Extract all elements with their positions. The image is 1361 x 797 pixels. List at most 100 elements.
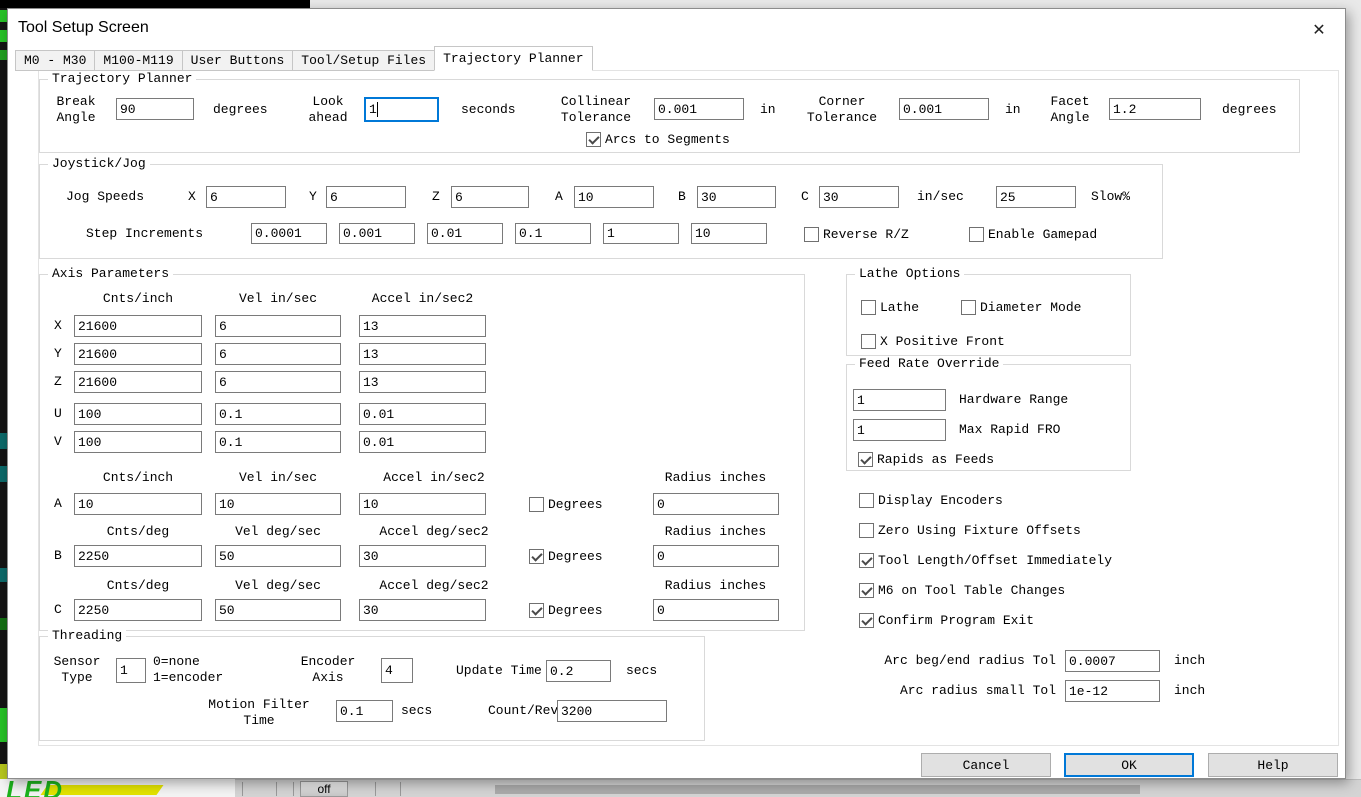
a-radius-input[interactable]: [653, 493, 779, 515]
rapids-as-feeds-checkbox[interactable]: [858, 452, 873, 467]
z-cnts-input[interactable]: [74, 371, 202, 393]
toolbar-separator: [375, 782, 376, 796]
y-accel-input[interactable]: [359, 343, 486, 365]
ok-button[interactable]: OK: [1064, 753, 1194, 777]
encoder-axis-input[interactable]: [381, 658, 413, 683]
facet-angle-label: Facet Angle: [1041, 94, 1099, 126]
step-increment-2-input[interactable]: [339, 223, 415, 244]
joystick-jog-group: Joystick/Jog: [39, 164, 1163, 259]
jog-speed-a-input[interactable]: [574, 186, 654, 208]
b-accel-input[interactable]: [359, 545, 486, 567]
display-encoders-checkbox[interactable]: [859, 493, 874, 508]
zero-fixture-offsets-checkbox[interactable]: [859, 523, 874, 538]
tab-m0-m30[interactable]: M0 - M30: [15, 50, 95, 71]
tab-user-buttons[interactable]: User Buttons: [182, 50, 294, 71]
close-icon[interactable]: ✕: [1305, 17, 1333, 43]
update-time-label: Update Time: [456, 663, 542, 679]
step-increment-6-input[interactable]: [691, 223, 767, 244]
b-radius-input[interactable]: [653, 545, 779, 567]
arc-beg-end-tol-input[interactable]: [1065, 650, 1160, 672]
tab-tool-setup-files[interactable]: Tool/Setup Files: [292, 50, 435, 71]
confirm-program-exit-checkbox[interactable]: [859, 613, 874, 628]
x-positive-front-checkbox[interactable]: [861, 334, 876, 349]
jog-speed-y-input[interactable]: [326, 186, 406, 208]
step-increment-1-input[interactable]: [251, 223, 327, 244]
help-button[interactable]: Help: [1208, 753, 1338, 777]
arcs-to-segments-checkbox[interactable]: [586, 132, 601, 147]
y-vel-input[interactable]: [215, 343, 341, 365]
update-time-input[interactable]: [546, 660, 611, 682]
facet-angle-input[interactable]: [1109, 98, 1201, 120]
tab-m100-m119[interactable]: M100-M119: [94, 50, 182, 71]
step-increment-3-input[interactable]: [427, 223, 503, 244]
jog-speed-c-input[interactable]: [819, 186, 899, 208]
a-vel-input[interactable]: [215, 493, 341, 515]
b-degrees-checkbox[interactable]: [529, 549, 544, 564]
break-angle-input[interactable]: [116, 98, 194, 120]
jog-speed-x-input[interactable]: [206, 186, 286, 208]
x-vel-input[interactable]: [215, 315, 341, 337]
u-cnts-input[interactable]: [74, 403, 202, 425]
jog-speed-z-input[interactable]: [451, 186, 529, 208]
c-vel-input[interactable]: [215, 599, 341, 621]
u-vel-input[interactable]: [215, 403, 341, 425]
diameter-mode-checkbox[interactable]: [961, 300, 976, 315]
axis-v-label: V: [54, 434, 62, 450]
hardware-range-input[interactable]: [853, 389, 946, 411]
cancel-button[interactable]: Cancel: [921, 753, 1051, 777]
a-radius-header: Radius inches: [648, 470, 783, 486]
v-accel-input[interactable]: [359, 431, 486, 453]
look-ahead-input[interactable]: 1: [364, 97, 439, 122]
collinear-tolerance-input[interactable]: [654, 98, 744, 120]
c-radius-input[interactable]: [653, 599, 779, 621]
zero-fixture-offsets-row: Zero Using Fixture Offsets: [859, 522, 1081, 538]
lathe-label: Lathe: [880, 300, 919, 315]
c-degrees-checkbox[interactable]: [529, 603, 544, 618]
a-degrees-checkbox[interactable]: [529, 497, 544, 512]
max-rapid-fro-input[interactable]: [853, 419, 946, 441]
toolbar-band: [495, 785, 1140, 794]
tool-length-offset-checkbox[interactable]: [859, 553, 874, 568]
toolbar-separator: [242, 782, 243, 796]
axis-c-label: C: [54, 602, 62, 618]
look-ahead-label: Look ahead: [300, 94, 356, 126]
step-increment-5-input[interactable]: [603, 223, 679, 244]
tab-trajectory-planner[interactable]: Trajectory Planner: [434, 46, 592, 71]
arc-radius-small-tol-input[interactable]: [1065, 680, 1160, 702]
x-cnts-input[interactable]: [74, 315, 202, 337]
c-radius-header: Radius inches: [648, 578, 783, 594]
m6-tool-table-row: M6 on Tool Table Changes: [859, 582, 1065, 598]
lathe-checkbox[interactable]: [861, 300, 876, 315]
b-vel-input[interactable]: [215, 545, 341, 567]
x-accel-input[interactable]: [359, 315, 486, 337]
corner-tolerance-input[interactable]: [899, 98, 989, 120]
m6-tool-table-checkbox[interactable]: [859, 583, 874, 598]
reverse-rz-checkbox[interactable]: [804, 227, 819, 242]
a-vel-header: Vel in/sec: [215, 470, 341, 486]
background-off-button[interactable]: off: [300, 781, 348, 797]
v-cnts-input[interactable]: [74, 431, 202, 453]
c-cnts-input[interactable]: [74, 599, 202, 621]
count-rev-input[interactable]: [557, 700, 667, 722]
motion-filter-time-input[interactable]: [336, 700, 393, 722]
jog-speed-b-input[interactable]: [697, 186, 776, 208]
background-green-block: [0, 708, 7, 742]
threading-group-label: Threading: [48, 628, 126, 643]
sensor-type-input[interactable]: [116, 658, 146, 683]
z-accel-input[interactable]: [359, 371, 486, 393]
a-accel-input[interactable]: [359, 493, 486, 515]
slow-percent-input[interactable]: [996, 186, 1076, 208]
toolbar-separator: [400, 782, 401, 796]
b-cnts-input[interactable]: [74, 545, 202, 567]
update-time-unit: secs: [626, 663, 657, 679]
y-cnts-input[interactable]: [74, 343, 202, 365]
b-radius-header: Radius inches: [648, 524, 783, 540]
a-cnts-input[interactable]: [74, 493, 202, 515]
z-vel-input[interactable]: [215, 371, 341, 393]
v-vel-input[interactable]: [215, 431, 341, 453]
background-led-green: [0, 50, 7, 60]
c-accel-input[interactable]: [359, 599, 486, 621]
enable-gamepad-checkbox[interactable]: [969, 227, 984, 242]
u-accel-input[interactable]: [359, 403, 486, 425]
step-increment-4-input[interactable]: [515, 223, 591, 244]
